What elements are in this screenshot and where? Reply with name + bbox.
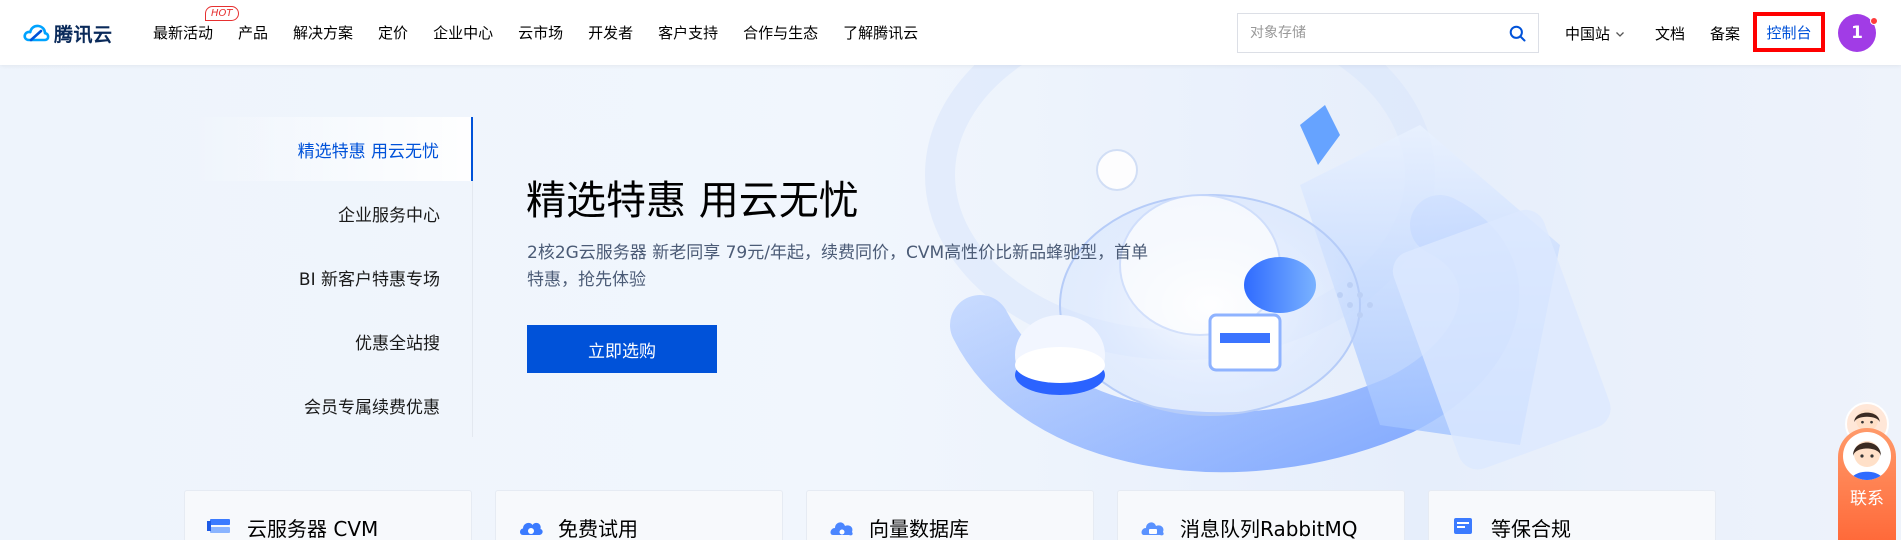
buy-now-button[interactable]: 立即选购 bbox=[527, 325, 717, 373]
nav-support[interactable]: 客户支持 bbox=[658, 22, 718, 43]
nav-products[interactable]: 产品 bbox=[238, 22, 268, 43]
chevron-down-icon bbox=[1616, 31, 1624, 37]
nav-solutions[interactable]: 解决方案 bbox=[293, 22, 353, 43]
main-nav: 最新活动 HOT 产品 解决方案 定价 企业中心 云市场 开发者 客户支持 合作… bbox=[153, 0, 943, 65]
nav-marketplace[interactable]: 云市场 bbox=[518, 22, 563, 43]
card-label: 云服务器 CVM bbox=[247, 517, 379, 540]
hero-title: 精选特惠 用云无忧 bbox=[526, 178, 859, 224]
product-card-compliance[interactable]: 等保合规 bbox=[1428, 490, 1716, 540]
contact-widget[interactable]: 联系 bbox=[1838, 428, 1896, 540]
search-icon[interactable] bbox=[1509, 25, 1526, 42]
card-label: 免费试用 bbox=[558, 517, 638, 540]
top-header: 腾讯云 最新活动 HOT 产品 解决方案 定价 企业中心 云市场 开发者 客户支… bbox=[0, 0, 1901, 65]
vector-db-icon bbox=[830, 522, 853, 536]
product-card-rabbitmq[interactable]: 消息队列RabbitMQ bbox=[1117, 490, 1405, 540]
product-card-vector-db[interactable]: 向量数据库 bbox=[806, 490, 1094, 540]
compliance-icon bbox=[1454, 518, 1472, 534]
side-item-member-renewal[interactable]: 会员专属续费优惠 bbox=[190, 373, 473, 437]
product-cards: 云服务器 CVM 免费试用 向量数据库 消息队列RabbitMQ 等保合规 bbox=[184, 490, 1739, 540]
beian-link[interactable]: 备案 bbox=[1710, 23, 1740, 44]
tencent-cloud-logo[interactable]: 腾讯云 bbox=[22, 20, 113, 46]
nav-developers[interactable]: 开发者 bbox=[588, 22, 633, 43]
hero-banner: 精选特惠 用云无忧 企业服务中心 BI 新客户特惠专场 优惠全站搜 会员专属续费… bbox=[0, 65, 1901, 540]
hot-badge: HOT bbox=[205, 6, 239, 21]
card-label: 消息队列RabbitMQ bbox=[1180, 517, 1358, 540]
card-label: 等保合规 bbox=[1491, 517, 1571, 540]
search-input[interactable] bbox=[1250, 25, 1509, 41]
console-label: 控制台 bbox=[1766, 23, 1812, 42]
side-item-enterprise[interactable]: 企业服务中心 bbox=[190, 181, 473, 245]
hero-description: 2核2G云服务器 新老同享 79元/年起，续费同价，CVM高性价比新品蜂驰型，首… bbox=[527, 243, 1149, 290]
nav-latest-activities[interactable]: 最新活动 HOT bbox=[153, 6, 239, 43]
brand-name: 腾讯云 bbox=[54, 23, 113, 46]
side-item-deal-search[interactable]: 优惠全站搜 bbox=[190, 309, 473, 373]
card-label: 向量数据库 bbox=[869, 517, 969, 540]
assistant-face-icon bbox=[1851, 441, 1883, 480]
hero-side-menu: 精选特惠 用云无忧 企业服务中心 BI 新客户特惠专场 优惠全站搜 会员专属续费… bbox=[190, 117, 473, 437]
side-item-featured[interactable]: 精选特惠 用云无忧 bbox=[190, 117, 473, 181]
side-item-bi-new-customer[interactable]: BI 新客户特惠专场 bbox=[190, 245, 473, 309]
product-card-cvm[interactable]: 云服务器 CVM bbox=[184, 490, 472, 540]
cloud-logo-icon bbox=[23, 24, 50, 42]
message-queue-icon bbox=[1141, 522, 1164, 536]
contact-label: 联系 bbox=[1850, 489, 1884, 509]
console-button[interactable]: 控制台 bbox=[1753, 12, 1825, 52]
cloud-trial-icon bbox=[520, 522, 543, 535]
nav-partners[interactable]: 合作与生态 bbox=[743, 22, 818, 43]
nav-pricing[interactable]: 定价 bbox=[378, 22, 408, 43]
nav-enterprise-center[interactable]: 企业中心 bbox=[433, 22, 493, 43]
nav-about[interactable]: 了解腾讯云 bbox=[843, 22, 918, 43]
product-card-free-trial[interactable]: 免费试用 bbox=[495, 490, 783, 540]
assistant-avatar bbox=[1843, 432, 1891, 480]
server-icon bbox=[207, 519, 230, 533]
search-box[interactable] bbox=[1237, 13, 1539, 53]
notification-dot bbox=[1870, 17, 1878, 25]
docs-link[interactable]: 文档 bbox=[1655, 23, 1685, 44]
region-selector[interactable]: 中国站 bbox=[1565, 23, 1625, 44]
